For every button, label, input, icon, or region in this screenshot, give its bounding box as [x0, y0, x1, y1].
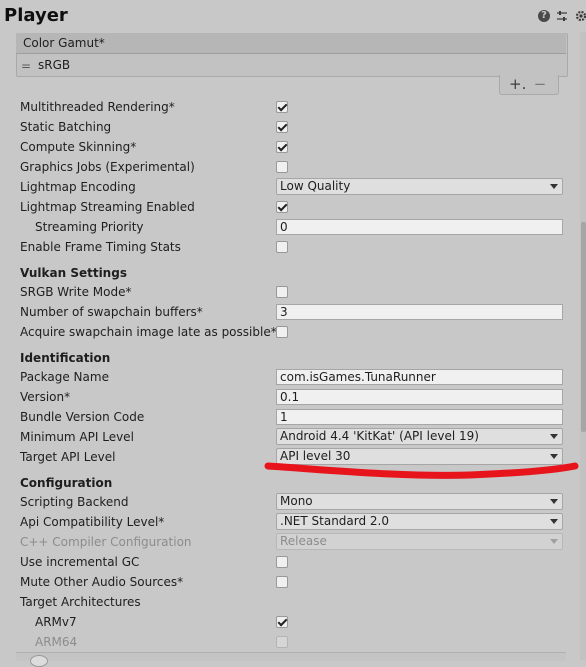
color-gamut-item-srgb[interactable]: sRGB	[38, 58, 70, 72]
swapchain-buffers-value: 3	[280, 305, 288, 319]
scripting-backend-label: Scripting Backend	[20, 495, 129, 509]
lightmap-encoding-dropdown[interactable]: Low Quality	[276, 178, 563, 195]
gear-icon[interactable]	[575, 10, 586, 22]
armv7-checkbox[interactable]	[276, 616, 288, 628]
api-compatibility-value: .NET Standard 2.0	[280, 514, 390, 528]
color-gamut-header-label: Color Gamut*	[23, 36, 105, 50]
identification-header: Identification	[20, 351, 111, 365]
min-api-level-value: Android 4.4 'KitKat' (API level 19)	[280, 429, 479, 443]
scrollbar-thumb[interactable]	[581, 222, 586, 432]
srgb-write-mode-label: SRGB Write Mode*	[20, 285, 132, 299]
frame-timing-label: Enable Frame Timing Stats	[20, 240, 181, 254]
api-compatibility-dropdown[interactable]: .NET Standard 2.0	[276, 513, 563, 530]
window-title: Player	[4, 5, 68, 26]
chevron-down-icon	[550, 519, 558, 524]
min-api-level-dropdown[interactable]: Android 4.4 'KitKat' (API level 19)	[276, 428, 563, 445]
graphics-jobs-checkbox[interactable]	[276, 161, 288, 173]
frame-timing-checkbox[interactable]	[276, 241, 288, 253]
add-list-item-button[interactable]: +.	[509, 75, 526, 93]
title-bar: Player	[0, 0, 586, 32]
compute-skinning-checkbox[interactable]	[276, 141, 288, 153]
lightmap-streaming-label: Lightmap Streaming Enabled	[20, 200, 195, 214]
api-compatibility-label: Api Compatibility Level*	[20, 515, 165, 529]
swapchain-buffers-label: Number of swapchain buffers*	[20, 305, 203, 319]
target-api-level-dropdown[interactable]: API level 30	[276, 448, 563, 465]
compute-skinning-label: Compute Skinning*	[20, 140, 137, 154]
chevron-down-icon	[550, 434, 558, 439]
streaming-priority-value: 0	[280, 220, 288, 234]
incremental-gc-checkbox[interactable]	[276, 556, 288, 568]
version-field[interactable]: 0.1	[276, 389, 563, 405]
version-label: Version*	[20, 390, 71, 404]
srgb-write-mode-checkbox[interactable]	[276, 286, 288, 298]
static-batching-label: Static Batching	[20, 120, 112, 134]
acquire-late-checkbox[interactable]	[276, 326, 288, 338]
mute-audio-checkbox[interactable]	[276, 576, 288, 588]
bundle-version-code-field[interactable]: 1	[276, 409, 563, 425]
package-name-label: Package Name	[20, 370, 109, 384]
drag-handle-icon[interactable]: =	[21, 59, 31, 73]
target-api-level-value: API level 30	[280, 449, 351, 463]
foldout-toggle[interactable]	[30, 655, 48, 667]
target-architectures-label: Target Architectures	[20, 595, 141, 609]
cpp-compiler-label: C++ Compiler Configuration	[20, 535, 192, 549]
lightmap-encoding-value: Low Quality	[280, 179, 351, 193]
multithreaded-rendering-label: Multithreaded Rendering*	[20, 100, 175, 114]
multithreaded-rendering-checkbox[interactable]	[276, 101, 288, 113]
scripting-backend-dropdown[interactable]: Mono	[276, 493, 563, 510]
incremental-gc-label: Use incremental GC	[20, 555, 140, 569]
cpp-compiler-dropdown: Release	[276, 533, 563, 550]
chevron-down-icon	[550, 539, 558, 544]
acquire-late-label: Acquire swapchain image late as possible…	[20, 325, 277, 339]
lightmap-encoding-label: Lightmap Encoding	[20, 180, 136, 194]
help-icon[interactable]: ?	[538, 10, 550, 22]
vulkan-settings-header: Vulkan Settings	[20, 266, 127, 280]
lightmap-streaming-checkbox[interactable]	[276, 201, 288, 213]
streaming-priority-field[interactable]: 0	[276, 219, 563, 235]
target-api-level-label: Target API Level	[20, 450, 116, 464]
chevron-down-icon	[550, 454, 558, 459]
arm64-label: ARM64	[35, 635, 78, 649]
mute-audio-label: Mute Other Audio Sources*	[20, 575, 184, 589]
cpp-compiler-value: Release	[280, 534, 327, 548]
static-batching-checkbox[interactable]	[276, 121, 288, 133]
bundle-version-code-label: Bundle Version Code	[20, 410, 145, 424]
package-name-value: com.isGames.TunaRunner	[280, 370, 436, 384]
bundle-version-code-value: 1	[280, 410, 288, 424]
version-value: 0.1	[280, 390, 300, 404]
package-name-field[interactable]: com.isGames.TunaRunner	[276, 369, 563, 385]
chevron-down-icon	[550, 184, 558, 189]
sliders-icon[interactable]	[556, 10, 568, 22]
configuration-header: Configuration	[20, 476, 113, 490]
remove-list-item-button[interactable]: −	[533, 75, 547, 93]
graphics-jobs-label: Graphics Jobs (Experimental)	[20, 160, 195, 174]
swapchain-buffers-field[interactable]: 3	[276, 304, 563, 320]
arm64-checkbox	[276, 636, 288, 648]
streaming-priority-label: Streaming Priority	[35, 220, 144, 234]
armv7-label: ARMv7	[35, 615, 77, 629]
color-gamut-list-footer	[499, 75, 559, 95]
min-api-level-label: Minimum API Level	[20, 430, 134, 444]
chevron-down-icon	[550, 499, 558, 504]
scripting-backend-value: Mono	[280, 494, 313, 508]
